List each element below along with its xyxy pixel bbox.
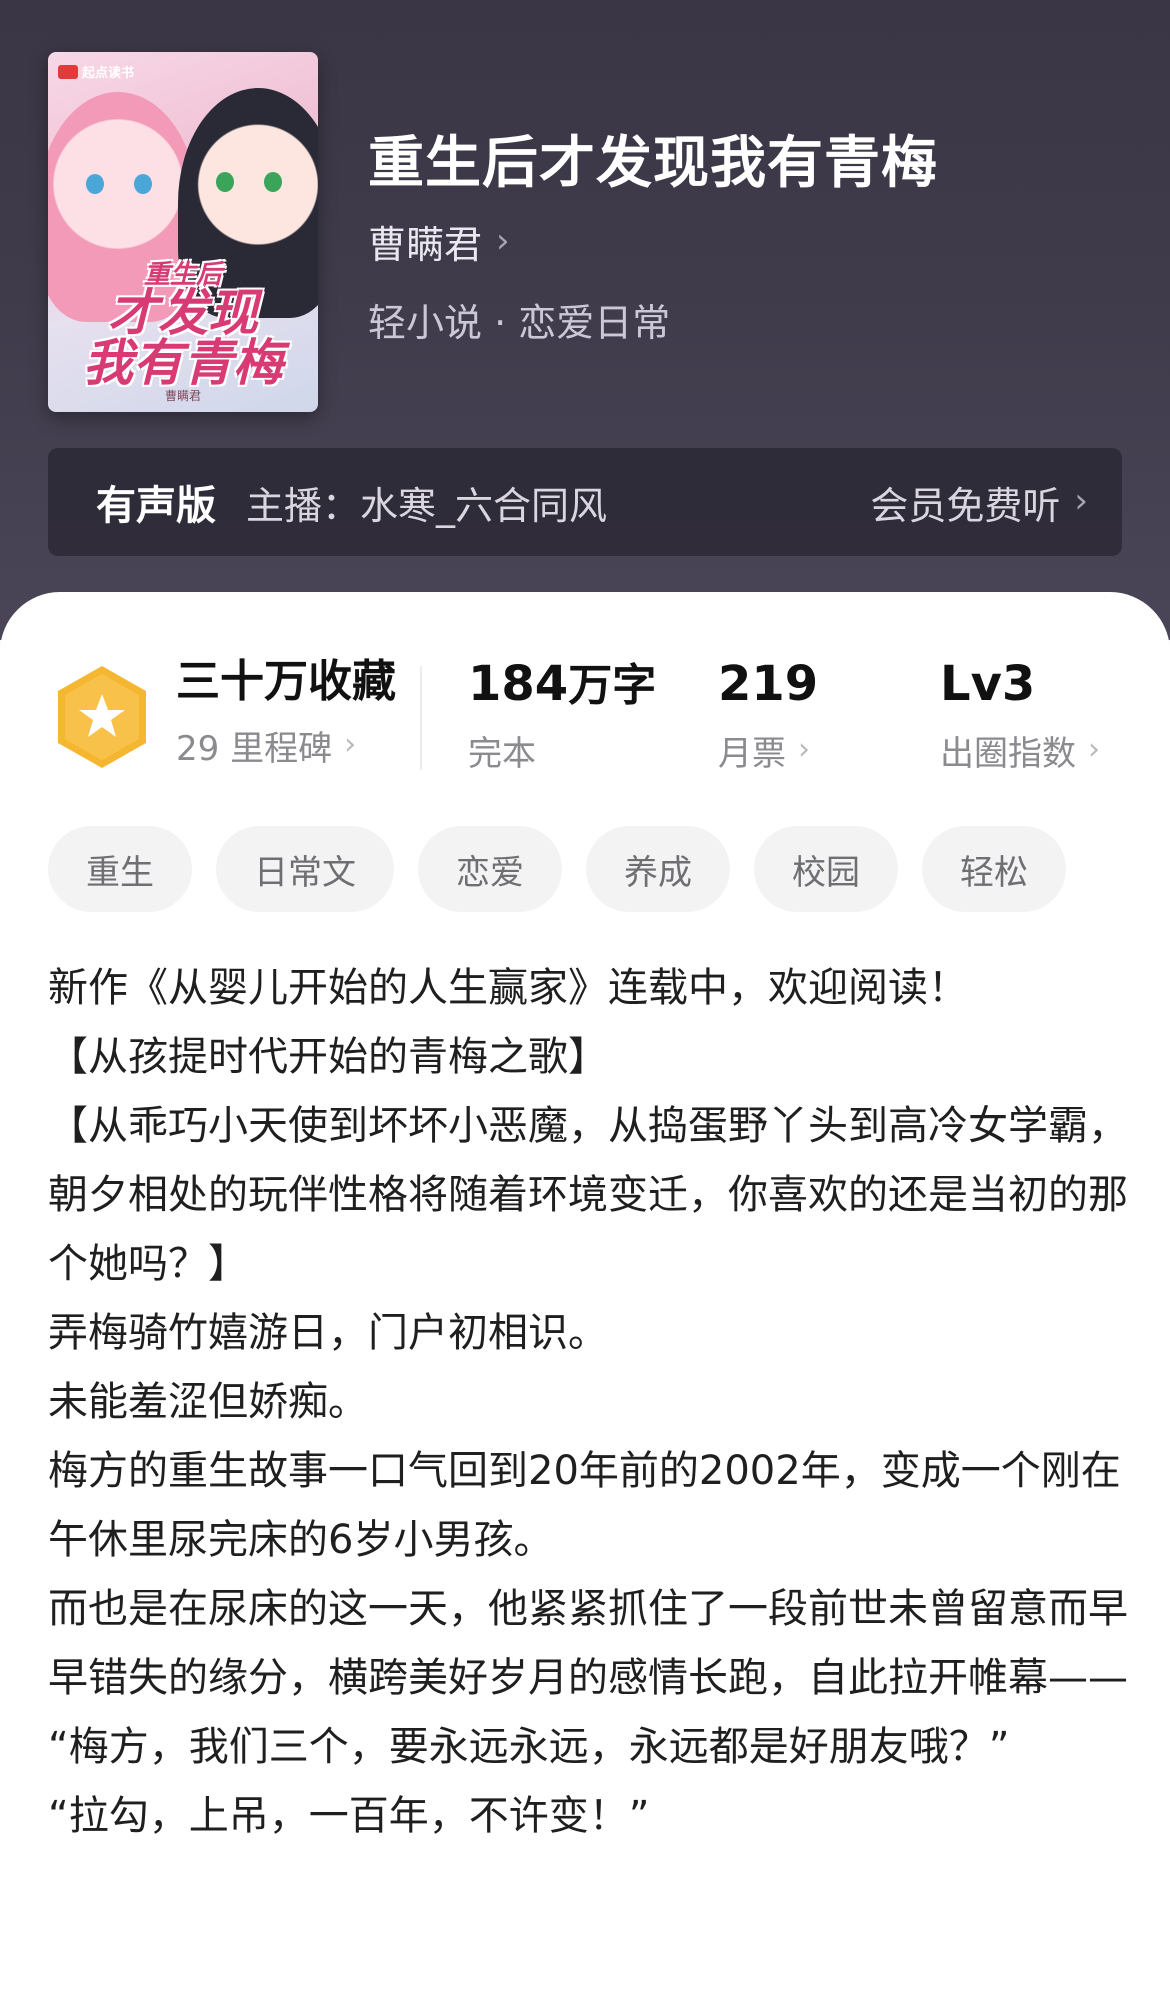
author-name: 曹瞒君 xyxy=(368,223,483,267)
audio-host: 主播：水寒_六合同风 xyxy=(246,483,608,528)
stat-level[interactable]: Lv3 出圈指数 › xyxy=(940,656,1100,775)
intro-paragraph: 【从乖巧小天使到坏坏小恶魔，从捣蛋野丫头到高冷女学霸，朝夕相处的玩伴性格将随着环… xyxy=(48,1103,1128,1287)
tag-chip[interactable]: 日常文 xyxy=(216,826,394,912)
tag-chip[interactable]: 轻松 xyxy=(922,826,1066,912)
stat-collect[interactable]: 三十万收藏 29 里程碑 › xyxy=(176,656,396,770)
book-introduction: 新作《从婴儿开始的人生赢家》连载中，欢迎阅读！ 【从孩提时代开始的青梅之歌】 【… xyxy=(48,954,1128,1851)
audio-label: 有声版 xyxy=(96,483,216,529)
brand-logo-icon xyxy=(58,64,78,79)
stat-monthly-votes[interactable]: 219 月票 › xyxy=(718,656,818,775)
book-cover[interactable]: 起点读书 重生后 才发现 我有青梅 曹瞒君 xyxy=(48,52,318,412)
chevron-right-icon: › xyxy=(496,220,510,261)
intro-paragraph: “拉勾，上吊，一百年，不许变！” xyxy=(48,1793,650,1839)
intro-paragraph: 而也是在尿床的这一天，他紧紧抓住了一段前世未曾留意而早早错失的缘分，横跨美好岁月… xyxy=(48,1586,1128,1701)
cover-brand: 起点读书 xyxy=(58,62,134,81)
chevron-right-icon: › xyxy=(1074,481,1088,521)
book-genre: 轻小说 · 恋爱日常 xyxy=(368,301,671,345)
stats-row: 三十万收藏 29 里程碑 › 184万字 完本 219 月票 › Lv3 出圈指… xyxy=(0,656,1170,786)
free-listen-button[interactable]: 会员免费听 › xyxy=(870,475,1088,530)
tag-chip[interactable]: 养成 xyxy=(586,826,730,912)
chevron-right-icon: › xyxy=(798,731,810,767)
intro-paragraph: 梅方的重生故事一口气回到20年前的2002年，变成一个刚在午休里尿完床的6岁小男… xyxy=(48,1448,1121,1563)
star-badge-icon xyxy=(58,666,146,768)
stat-words: 184万字 完本 xyxy=(468,656,657,774)
intro-paragraph: 【从孩提时代开始的青梅之歌】 xyxy=(48,1034,608,1080)
cover-title-art: 重生后 才发现 我有青梅 xyxy=(83,260,283,392)
tag-list: 重生 日常文 恋爱 养成 校园 轻松 xyxy=(48,826,1066,912)
book-title: 重生后才发现我有青梅 xyxy=(368,131,938,196)
intro-paragraph: 新作《从婴儿开始的人生赢家》连载中，欢迎阅读！ xyxy=(48,965,968,1011)
tag-chip[interactable]: 恋爱 xyxy=(418,826,562,912)
chevron-right-icon: › xyxy=(1088,731,1100,767)
intro-paragraph: 未能羞涩但娇痴。 xyxy=(48,1379,368,1425)
intro-paragraph: “梅方，我们三个，要永远永远，永远都是好朋友哦？” xyxy=(48,1724,1010,1770)
tag-chip[interactable]: 校园 xyxy=(754,826,898,912)
tag-chip[interactable]: 重生 xyxy=(48,826,192,912)
cover-author-mark: 曹瞒君 xyxy=(164,389,201,403)
book-header: 起点读书 重生后 才发现 我有青梅 曹瞒君 重生后才发现我有青梅 曹瞒君 › 轻… xyxy=(0,0,1170,640)
stats-divider xyxy=(420,666,422,770)
intro-paragraph: 弄梅骑竹嬉游日，门户初相识。 xyxy=(48,1310,608,1356)
author-link[interactable]: 曹瞒君 › xyxy=(368,214,510,269)
audio-version-bar[interactable]: 有声版 主播：水寒_六合同风 会员免费听 › xyxy=(48,448,1122,556)
chevron-right-icon: › xyxy=(344,726,357,762)
book-detail-sheet: 三十万收藏 29 里程碑 › 184万字 完本 219 月票 › Lv3 出圈指… xyxy=(0,592,1170,1990)
